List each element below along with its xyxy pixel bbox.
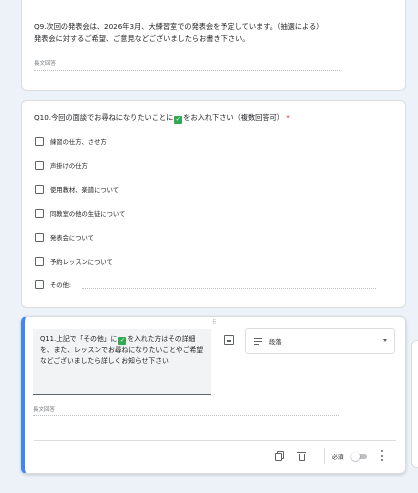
required-toggle[interactable]: [351, 452, 368, 461]
question-card-q10[interactable]: Q10.今回の面談でお尋ねになりたいことに ✓ をお入れ下さい（複数回答可） * 練…: [21, 100, 406, 308]
answer-underline: [34, 70, 340, 71]
question-type-label: 段落: [269, 338, 282, 346]
checkbox-option[interactable]: 同教室の他の生徒について: [35, 207, 125, 219]
checkbox-icon[interactable]: [35, 208, 44, 218]
option-label: 同教室の他の生徒について: [50, 210, 126, 218]
option-label: 予約レッスンについて: [50, 258, 113, 266]
question-title-q9-line2: 発表会に対するご希望、ご意見などございましたらお書き下さい。: [34, 34, 250, 43]
more-vert-icon[interactable]: [380, 450, 384, 461]
floating-toolbar-edge[interactable]: [411, 340, 418, 468]
checkbox-icon[interactable]: [35, 160, 44, 170]
checkbox-icon[interactable]: [35, 256, 44, 266]
checkbox-option[interactable]: 使用教材、楽譜について: [35, 183, 119, 195]
checkbox-option[interactable]: 練習の仕方、させ方: [35, 135, 107, 147]
checkbox-option-other[interactable]: その他:: [35, 278, 71, 290]
checkbox-icon[interactable]: [35, 279, 44, 289]
required-label: 必須: [332, 455, 344, 461]
check-emoji-icon: ✓: [118, 337, 127, 345]
question-title-q11[interactable]: Q11.上記で「その他」に ✓ を入れた方はその詳細を、また、レッスンでお尋ねになり…: [40, 334, 208, 367]
duplicate-icon[interactable]: [275, 451, 285, 462]
long-answer-placeholder: 長文回答: [33, 407, 56, 413]
question-title-q9-line1: Q9.次回の発表会は、2026年3月、大練習室での発表会を予定しています。（抽選…: [34, 22, 324, 31]
option-label: 練習の仕方、させ方: [50, 138, 107, 146]
option-label-other: その他:: [50, 281, 72, 289]
image-icon[interactable]: [224, 335, 234, 345]
question-title-q10-part2: をお入れ下さい（複数回答可）: [183, 113, 284, 122]
question-card-q11-active[interactable]: ⠿ Q11.上記で「その他」に ✓ を入れた方はその詳細を、また、レッスンでお尋ねに…: [21, 316, 406, 474]
paragraph-lines-icon: [254, 337, 262, 345]
question-title-q11-part1: Q11.上記で「その他」に: [40, 335, 118, 343]
option-label: 使用教材、楽譜について: [50, 186, 120, 194]
footer-divider: [34, 440, 396, 441]
checkbox-option[interactable]: 発表会について: [35, 231, 94, 243]
delete-icon[interactable]: [297, 451, 307, 462]
check-emoji-icon: ✓: [174, 116, 183, 124]
checkbox-option[interactable]: 声掛けの仕方: [35, 159, 88, 171]
drag-handle-icon[interactable]: ⠿: [212, 319, 217, 326]
question-type-dropdown[interactable]: 段落: [245, 328, 395, 354]
answer-underline: [33, 415, 339, 416]
checkbox-icon[interactable]: [35, 184, 44, 194]
long-answer-placeholder: 長文回答: [34, 61, 57, 67]
question-title-q10: Q10.今回の面談でお尋ねになりたいことに ✓ をお入れ下さい（複数回答可） *: [34, 112, 290, 124]
question-card-q9[interactable]: Q9.次回の発表会は、2026年3月、大練習室での発表会を予定しています。（抽選…: [21, 0, 406, 91]
footer-separator: [324, 448, 325, 464]
checkbox-icon[interactable]: [35, 232, 44, 242]
option-label: 発表会について: [50, 234, 94, 242]
option-label: 声掛けの仕方: [50, 162, 88, 170]
dropdown-caret-icon: [383, 339, 387, 342]
question-title-q10-part1: Q10.今回の面談でお尋ねになりたいことに: [34, 113, 174, 122]
other-text-underline[interactable]: [82, 288, 376, 289]
required-asterisk: *: [286, 113, 290, 122]
checkbox-icon[interactable]: [35, 136, 44, 146]
checkbox-option[interactable]: 予約レッスンについて: [35, 255, 113, 267]
question-title-field[interactable]: Q11.上記で「その他」に ✓ を入れた方はその詳細を、また、レッスンでお尋ねになり…: [33, 329, 211, 395]
